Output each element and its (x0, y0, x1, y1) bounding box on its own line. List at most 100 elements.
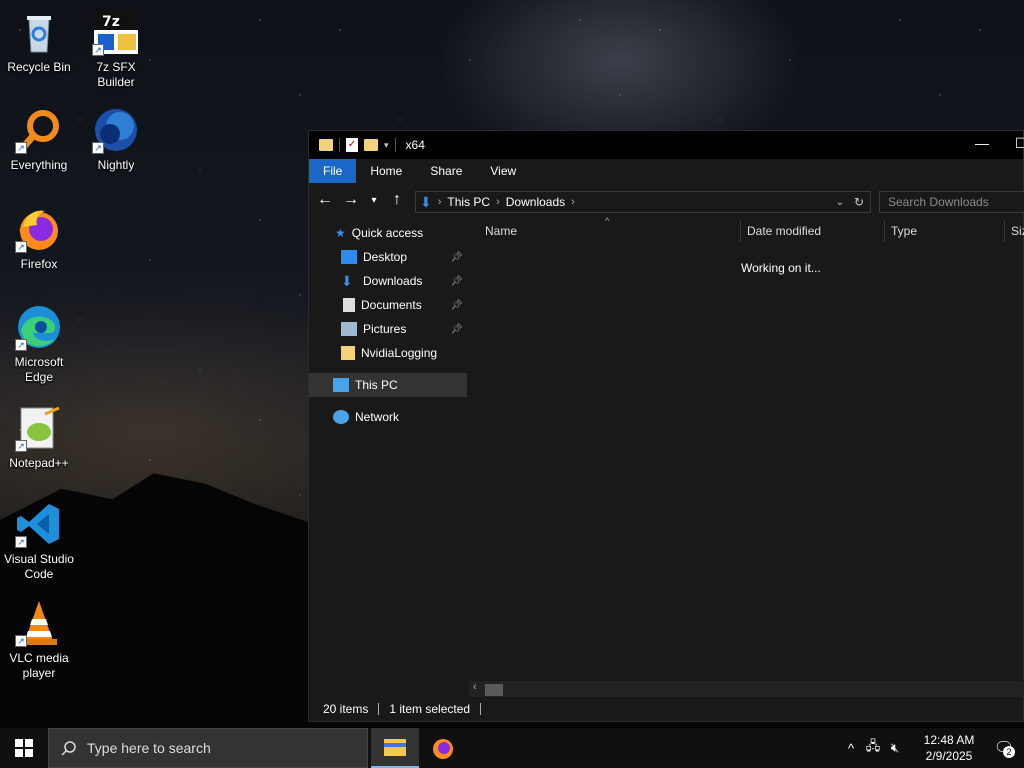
customize-toolbar-icon[interactable]: ▾ (384, 140, 389, 151)
desktop-icon-firefox[interactable]: ↗ Firefox (1, 205, 77, 272)
column-name[interactable]: Name ^ (469, 216, 741, 242)
shortcut-arrow-icon: ↗ (15, 440, 27, 452)
nav-this-pc[interactable]: This PC (309, 373, 467, 397)
windows-logo-icon (15, 739, 33, 757)
shortcut-arrow-icon: ↗ (15, 339, 27, 351)
pin-icon: 📌︎ (450, 323, 463, 335)
column-date-modified[interactable]: Date modified (741, 220, 885, 242)
desktop-icon-visual-studio-code[interactable]: ↗ Visual Studio Code (1, 500, 77, 582)
start-button[interactable] (0, 728, 48, 768)
shortcut-arrow-icon: ↗ (15, 142, 27, 154)
taskbar-firefox[interactable] (419, 728, 467, 768)
nav-network[interactable]: Network (309, 405, 467, 429)
7z-sfx-icon: 7z ↗ (92, 8, 140, 56)
status-selected-count: 1 item selected (389, 702, 471, 716)
breadcrumb-chevron-icon[interactable]: › (571, 196, 575, 208)
scroll-thumb[interactable] (485, 684, 503, 696)
taskbar: Type here to search ^ 🖧︎ 🔇︎ 12:48 AM 2/9… (0, 728, 1024, 768)
nav-nvidialogging[interactable]: NvidiaLogging (309, 341, 467, 365)
loading-message: Working on it... (741, 261, 821, 275)
shortcut-arrow-icon: ↗ (92, 44, 104, 56)
navigation-pane: ★ Quick access Desktop 📌︎ ⬇ Downloads 📌︎… (309, 217, 467, 697)
show-hidden-icons-chevron-icon[interactable]: ^ (840, 741, 862, 756)
pictures-icon (341, 322, 357, 336)
tab-view[interactable]: View (476, 159, 530, 183)
recent-locations-chevron-icon[interactable]: ▾ (369, 195, 379, 206)
downloads-arrow-icon: ⬇ (420, 193, 432, 210)
minimize-icon[interactable]: — (975, 135, 989, 151)
maximize-icon[interactable]: ☐ (1015, 135, 1024, 152)
column-headers: Name ^ Date modified Type Size (469, 216, 1024, 245)
pin-icon: 📌︎ (450, 299, 463, 311)
nav-downloads[interactable]: ⬇ Downloads 📌︎ (309, 269, 467, 293)
desktop-icon-everything[interactable]: ↗ Everything (1, 106, 77, 173)
desktop-icon-microsoft-edge[interactable]: ↗ Microsoft Edge (1, 303, 77, 385)
tab-home[interactable]: Home (356, 159, 416, 183)
column-size[interactable]: Size (1005, 220, 1024, 242)
nav-documents[interactable]: Documents 📌︎ (309, 293, 467, 317)
notepad-plus-plus-icon: ↗ (15, 404, 63, 452)
search-downloads-input[interactable]: Search Downloads (879, 191, 1024, 213)
tab-share[interactable]: Share (416, 159, 476, 183)
breadcrumb-chevron-icon[interactable]: › (438, 196, 442, 208)
scroll-left-icon[interactable]: ‹ (473, 681, 477, 693)
documents-icon (343, 298, 355, 312)
desktop-icon-notepad-plus-plus[interactable]: ↗ Notepad++ (1, 404, 77, 471)
status-item-count: 20 items (323, 702, 369, 716)
breadcrumb-chevron-icon[interactable]: › (496, 196, 500, 208)
desktop-icon (341, 250, 357, 264)
search-icon (61, 741, 76, 756)
status-divider (378, 703, 380, 715)
file-list[interactable]: Name ^ Date modified Type Size Working o… (469, 216, 1024, 697)
clock[interactable]: 12:48 AM 2/9/2025 (914, 732, 984, 764)
file-explorer-icon (384, 739, 406, 756)
network-icon (333, 410, 349, 424)
taskbar-search-input[interactable]: Type here to search (48, 728, 368, 768)
address-history-chevron-icon[interactable]: ⌄ (836, 197, 844, 208)
pin-icon: 📌︎ (450, 251, 463, 263)
shortcut-arrow-icon: ↗ (15, 536, 27, 548)
forward-arrow-icon[interactable]: → (343, 191, 359, 209)
back-arrow-icon[interactable]: ← (317, 191, 333, 209)
vlc-cone-icon: ↗ (15, 599, 63, 647)
notification-count-badge: 2 (1003, 746, 1015, 758)
shortcut-arrow-icon: ↗ (15, 635, 27, 647)
refresh-icon[interactable]: ↻ (854, 195, 864, 209)
nav-quick-access[interactable]: ★ Quick access (309, 221, 467, 245)
breadcrumb-downloads[interactable]: Downloads (506, 195, 565, 209)
shortcut-arrow-icon: ↗ (92, 142, 104, 154)
column-type[interactable]: Type (885, 220, 1005, 242)
firefox-icon (433, 739, 453, 759)
breadcrumb-this-pc[interactable]: This PC (447, 195, 490, 209)
tab-file[interactable]: File (309, 159, 357, 183)
desktop-icon-7z-sfx-builder[interactable]: 7z ↗ 7z SFX Builder (78, 8, 154, 90)
status-bar: 20 items 1 item selected (309, 697, 1023, 721)
vscode-icon: ↗ (15, 500, 63, 548)
title-bar[interactable]: ✓ ▾ x64 — ☐ (309, 131, 1024, 159)
folder-icon (341, 346, 355, 360)
sort-ascending-icon: ^ (605, 216, 610, 226)
action-center-button[interactable]: 🗨︎ 2 (984, 738, 1024, 758)
desktop-icon-recycle-bin[interactable]: Recycle Bin (1, 8, 77, 75)
file-explorer-window: ✓ ▾ x64 — ☐ File Home Share View ← → ▾ ↑… (308, 130, 1024, 722)
folder-icon (319, 139, 333, 151)
nav-desktop[interactable]: Desktop 📌︎ (309, 245, 467, 269)
new-folder-icon[interactable] (364, 139, 378, 151)
firefox-nightly-icon: ↗ (92, 106, 140, 154)
system-tray: ^ 🖧︎ 🔇︎ 12:48 AM 2/9/2025 🗨︎ 2 (840, 728, 1024, 768)
properties-icon[interactable]: ✓ (346, 138, 358, 152)
shortcut-arrow-icon: ↗ (15, 241, 27, 253)
nav-pictures[interactable]: Pictures 📌︎ (309, 317, 467, 341)
firefox-icon: ↗ (15, 205, 63, 253)
network-status-icon[interactable]: 🖧︎ (862, 737, 884, 759)
volume-muted-icon[interactable]: 🔇︎ (884, 740, 906, 756)
pin-icon: 📌︎ (450, 275, 463, 287)
up-arrow-icon[interactable]: ↑ (389, 191, 405, 209)
horizontal-scrollbar[interactable]: ‹ (469, 681, 1024, 697)
desktop-icon-vlc[interactable]: ↗ VLC media player (1, 599, 77, 681)
recycle-bin-icon (15, 8, 63, 56)
address-bar[interactable]: ⬇ › This PC › Downloads › ⌄ ↻ (415, 191, 871, 213)
desktop-icon-nightly[interactable]: ↗ Nightly (78, 106, 154, 173)
svg-text:7z: 7z (102, 14, 120, 30)
taskbar-file-explorer[interactable] (371, 728, 419, 768)
